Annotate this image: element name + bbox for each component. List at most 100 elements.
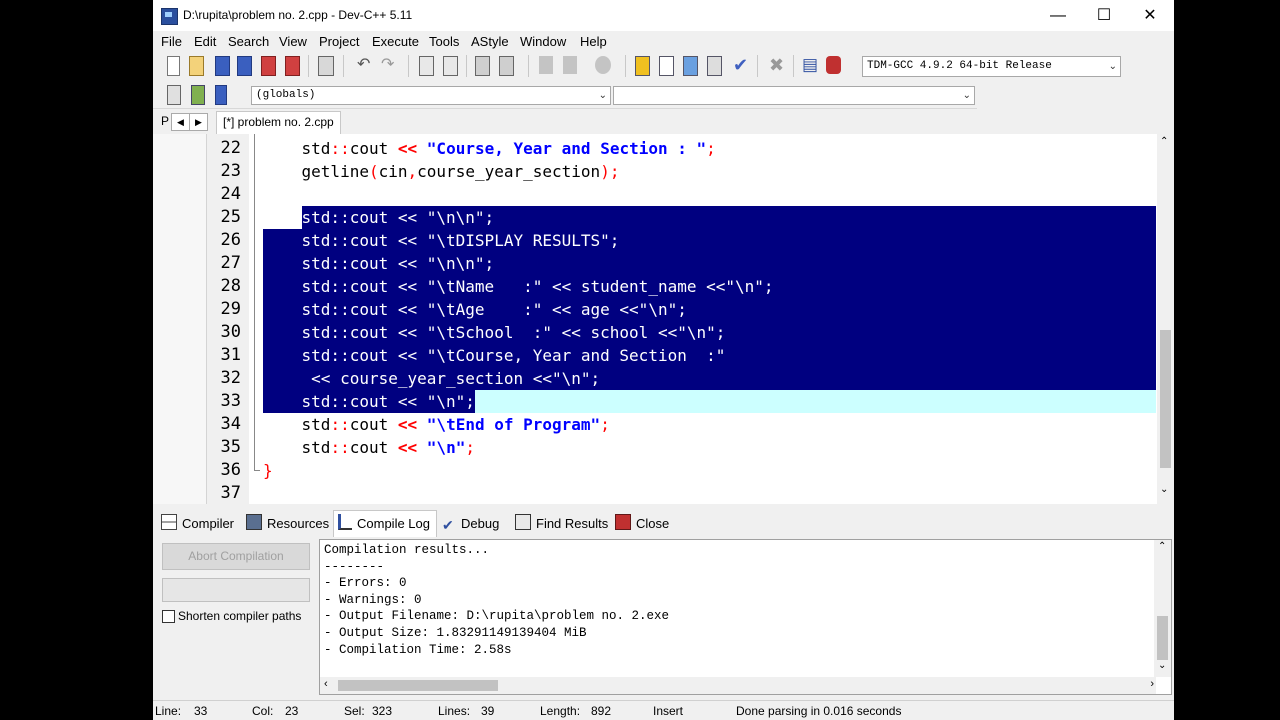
scroll-left-icon[interactable]: ◀ bbox=[171, 113, 190, 131]
code-line[interactable]: 37 bbox=[153, 482, 1156, 504]
line-number: 34 bbox=[220, 414, 241, 434]
check-syntax-icon[interactable]: ✔ bbox=[733, 56, 751, 74]
tab-compiler[interactable]: Compiler bbox=[161, 513, 234, 535]
shorten-paths-checkbox[interactable] bbox=[162, 610, 175, 623]
code-text: } bbox=[263, 461, 273, 480]
find-icon[interactable] bbox=[419, 56, 434, 76]
status-bar: Line: 33 Col: 23 Sel: 323 Lines: 39 Leng… bbox=[153, 700, 1174, 720]
code-line[interactable]: 34 std::cout << "\tEnd of Program"; bbox=[153, 413, 1156, 436]
scroll-left-icon[interactable]: ‹ bbox=[324, 678, 328, 690]
code-line[interactable]: 25 std::cout << "\n\n"; bbox=[153, 206, 1156, 229]
print-icon[interactable] bbox=[318, 56, 334, 76]
bookmark-prev-icon[interactable] bbox=[539, 56, 553, 74]
insert-icon[interactable] bbox=[167, 85, 181, 105]
scroll-up-icon[interactable]: ⌃ bbox=[1158, 541, 1166, 552]
code-line[interactable]: 29 std::cout << "\tAge :" << age <<"\n"; bbox=[153, 298, 1156, 321]
new-project-icon[interactable] bbox=[635, 56, 650, 76]
close-window-button[interactable]: ✕ bbox=[1127, 0, 1173, 31]
tab-close[interactable]: Close bbox=[615, 513, 669, 535]
status-col-value: 23 bbox=[285, 704, 299, 718]
log-hscroll-thumb[interactable] bbox=[338, 680, 498, 691]
log-scroll-thumb[interactable] bbox=[1157, 616, 1168, 660]
tab-debug[interactable]: ✔ Debug bbox=[442, 513, 499, 535]
menu-file[interactable]: File bbox=[161, 34, 182, 49]
menu-execute[interactable]: Execute bbox=[372, 34, 419, 49]
toolbar-separator bbox=[793, 55, 794, 77]
indent-icon[interactable] bbox=[475, 56, 490, 76]
goto-icon[interactable] bbox=[595, 56, 611, 74]
maximize-button[interactable]: ☐ bbox=[1081, 0, 1127, 31]
code-line[interactable]: 32 << course_year_section <<"\n"; bbox=[153, 367, 1156, 390]
debug-icon[interactable] bbox=[826, 56, 841, 74]
undo-icon[interactable]: ↶ bbox=[357, 56, 375, 74]
scroll-up-icon[interactable]: ⌃ bbox=[1160, 136, 1168, 147]
close-file-icon[interactable] bbox=[261, 56, 276, 76]
replace-icon[interactable] bbox=[443, 56, 458, 76]
tiles-icon[interactable] bbox=[707, 56, 722, 76]
compile-progress-bar bbox=[162, 578, 310, 602]
abort-compilation-button[interactable]: Abort Compilation bbox=[162, 543, 310, 570]
grid-icon[interactable] bbox=[683, 56, 698, 76]
menu-tools[interactable]: Tools bbox=[429, 34, 459, 49]
open-file-icon[interactable] bbox=[189, 56, 204, 76]
compiler-select[interactable]: TDM-GCC 4.9.2 64-bit Release ⌄ bbox=[862, 56, 1121, 77]
code-line[interactable]: 35 std::cout << "\n"; bbox=[153, 436, 1156, 459]
tab-find-results[interactable]: Find Results bbox=[515, 513, 608, 535]
menu-search[interactable]: Search bbox=[228, 34, 269, 49]
code-line[interactable]: 33 std::cout << "\n"; bbox=[153, 390, 1156, 413]
scroll-right-icon[interactable]: › bbox=[1150, 678, 1154, 690]
code-line[interactable]: 30 std::cout << "\tSchool :" << school <… bbox=[153, 321, 1156, 344]
code-line[interactable]: 28 std::cout << "\tName :" << student_na… bbox=[153, 275, 1156, 298]
close-all-icon[interactable] bbox=[285, 56, 300, 76]
tab-problem-no-2[interactable]: [*] problem no. 2.cpp bbox=[216, 111, 341, 134]
code-line[interactable]: 22 std::cout << "Course, Year and Sectio… bbox=[153, 137, 1156, 160]
menu-view[interactable]: View bbox=[279, 34, 307, 49]
save-all-icon[interactable] bbox=[237, 56, 252, 76]
code-line[interactable]: 26 std::cout << "\tDISPLAY RESULTS"; bbox=[153, 229, 1156, 252]
stop-execution-icon[interactable]: ✖ bbox=[769, 56, 787, 74]
close-panel-icon bbox=[615, 514, 631, 530]
unindent-icon[interactable] bbox=[499, 56, 514, 76]
chart-icon[interactable]: ▤ bbox=[802, 56, 820, 74]
project-panel-tab[interactable]: P bbox=[161, 114, 169, 128]
log-line: -------- bbox=[324, 559, 385, 574]
minimize-button[interactable]: — bbox=[1035, 0, 1081, 31]
tab-debug-label: Debug bbox=[461, 516, 500, 531]
status-sel-label: Sel: bbox=[344, 704, 365, 718]
bookmark-next-icon[interactable] bbox=[563, 56, 577, 74]
tab-compile-log[interactable]: Compile Log bbox=[333, 510, 437, 537]
redo-icon[interactable]: ↷ bbox=[381, 56, 399, 74]
menu-help[interactable]: Help bbox=[580, 34, 607, 49]
tab-resources[interactable]: Resources bbox=[246, 513, 329, 535]
code-text: std::cout << "\tDISPLAY RESULTS"; bbox=[263, 231, 620, 250]
code-line[interactable]: 31 std::cout << "\tCourse, Year and Sect… bbox=[153, 344, 1156, 367]
goto-bookmark-icon[interactable] bbox=[215, 85, 227, 105]
scroll-right-icon[interactable]: ▶ bbox=[189, 113, 208, 131]
code-line[interactable]: 24 bbox=[153, 183, 1156, 206]
scroll-down-icon[interactable]: ⌄ bbox=[1158, 660, 1166, 671]
menu-window[interactable]: Window bbox=[520, 34, 566, 49]
editor-scroll-thumb[interactable] bbox=[1160, 330, 1171, 468]
menu-astyle[interactable]: AStyle bbox=[471, 34, 509, 49]
menu-edit[interactable]: Edit bbox=[194, 34, 216, 49]
compile-log-chart-icon bbox=[338, 514, 352, 530]
line-number: 28 bbox=[220, 276, 241, 296]
scope-select[interactable]: (globals) ⌄ bbox=[251, 86, 611, 105]
log-vertical-scrollbar[interactable]: ⌃ ⌄ bbox=[1154, 540, 1171, 677]
editor-vertical-scrollbar[interactable]: ⌃ ⌄ bbox=[1157, 134, 1174, 504]
compile-log-output[interactable]: Compilation results... -------- - Errors: … bbox=[319, 539, 1172, 695]
menu-project[interactable]: Project bbox=[319, 34, 359, 49]
code-editor[interactable]: 22 std::cout << "Course, Year and Sectio… bbox=[153, 134, 1174, 504]
window-icon[interactable] bbox=[659, 56, 674, 76]
code-line[interactable]: 27 std::cout << "\n\n"; bbox=[153, 252, 1156, 275]
log-horizontal-scrollbar[interactable]: ‹ › bbox=[320, 677, 1156, 694]
scroll-down-icon[interactable]: ⌄ bbox=[1160, 484, 1168, 495]
code-line[interactable]: 23 getline(cin,course_year_section); bbox=[153, 160, 1156, 183]
member-select[interactable]: ⌄ bbox=[613, 86, 975, 105]
toggle-bookmark-icon[interactable] bbox=[191, 85, 205, 105]
toolbar-separator bbox=[408, 55, 409, 77]
code-line[interactable]: 36} bbox=[153, 459, 1156, 482]
status-sel-value: 323 bbox=[372, 704, 393, 718]
new-file-icon[interactable] bbox=[167, 56, 180, 76]
save-icon[interactable] bbox=[215, 56, 230, 76]
